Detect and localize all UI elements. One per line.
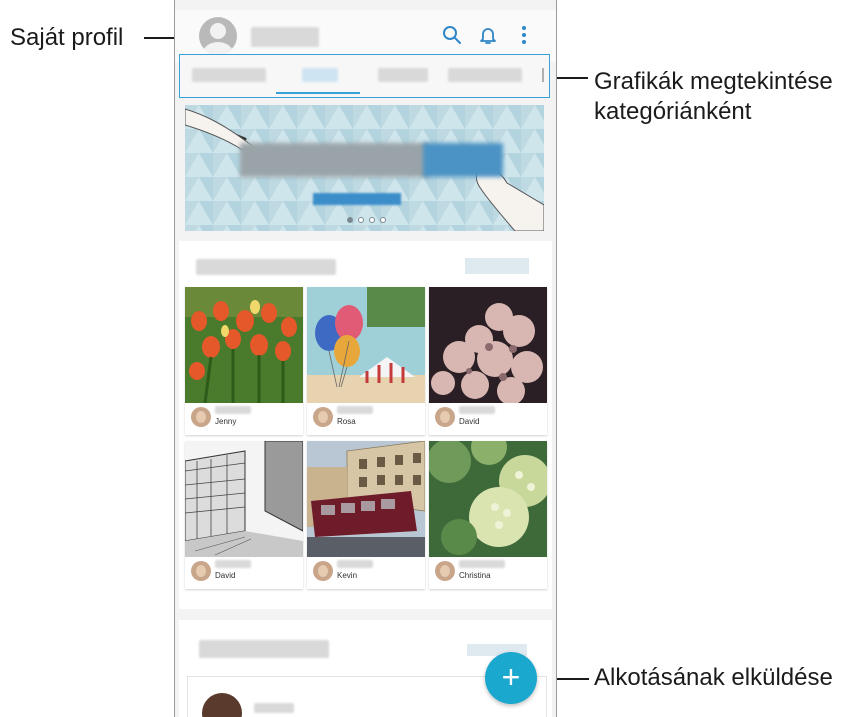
callout-categories-line2: kategóriánként: [594, 98, 752, 125]
artist-name: Christina: [459, 571, 491, 580]
section-title: [196, 259, 336, 275]
active-tab-indicator: [276, 92, 360, 94]
artwork-title: [337, 560, 373, 568]
artist-name: David: [215, 571, 236, 580]
artwork-title: [215, 406, 251, 414]
artwork-tile[interactable]: Jenny: [185, 287, 303, 435]
artist-name: Jenny: [215, 417, 237, 426]
page-dot: [380, 217, 386, 223]
street-sketch-image: [185, 441, 303, 557]
artwork-title: [459, 406, 495, 414]
blossom-image: [429, 287, 547, 403]
category-tabs: [179, 54, 550, 98]
user-avatar[interactable]: [313, 561, 333, 581]
artist-name: David: [459, 417, 480, 426]
tab-3[interactable]: [378, 68, 428, 82]
artwork-tile[interactable]: Rosa: [307, 287, 425, 435]
artwork-title: [337, 406, 373, 414]
user-avatar[interactable]: [202, 693, 242, 717]
banner-page-dots: [347, 217, 386, 223]
artist-name: Rosa: [337, 417, 356, 426]
bell-icon[interactable]: [477, 24, 499, 46]
callout-line-categories: [556, 77, 588, 79]
tab-2[interactable]: [302, 68, 338, 82]
profile-avatar[interactable]: [199, 17, 237, 55]
more-vert-icon[interactable]: [513, 24, 535, 46]
banner-title-highlight: [423, 143, 503, 177]
page-dot: [358, 217, 364, 223]
user-avatar[interactable]: [435, 407, 455, 427]
section-title: [199, 640, 329, 658]
artwork-title: [215, 560, 251, 568]
user-avatar[interactable]: [191, 407, 211, 427]
search-icon[interactable]: [441, 24, 463, 46]
balloons-image: [307, 287, 425, 403]
banner-button[interactable]: [313, 193, 401, 205]
callout-submit-artwork: Alkotásának elküldése: [594, 664, 833, 691]
tram-image: [307, 441, 425, 557]
tulips-image: [185, 287, 303, 403]
user-avatar[interactable]: [191, 561, 211, 581]
user-avatar[interactable]: [435, 561, 455, 581]
promo-banner[interactable]: [185, 105, 544, 231]
banner-title-blurred: [240, 143, 430, 177]
hydrangea-image: [429, 441, 547, 557]
artist-name: Kevin: [337, 571, 358, 580]
callout-categories-line1: Grafikák megtekintése: [594, 68, 833, 95]
artwork-tile[interactable]: David: [429, 287, 547, 435]
tab-4[interactable]: [448, 68, 522, 82]
page-dot: [369, 217, 375, 223]
user-avatar[interactable]: [313, 407, 333, 427]
tab-scroll-indicator: [542, 68, 544, 82]
artwork-section: Jenny Rosa David David Kevin Christina: [179, 241, 552, 609]
callout-own-profile: Saját profil: [10, 24, 124, 51]
phone-screen: Jenny Rosa David David Kevin Christina +: [174, 0, 557, 717]
artwork-tile[interactable]: David: [185, 441, 303, 589]
artwork-title: [459, 560, 505, 568]
add-artwork-button[interactable]: +: [485, 652, 537, 704]
user-name: [254, 703, 294, 713]
view-all-link[interactable]: [465, 258, 529, 274]
artwork-tile[interactable]: Christina: [429, 441, 547, 589]
tab-1[interactable]: [192, 68, 266, 82]
profile-name: [251, 27, 319, 47]
page-dot: [347, 217, 353, 223]
artwork-tile[interactable]: Kevin: [307, 441, 425, 589]
